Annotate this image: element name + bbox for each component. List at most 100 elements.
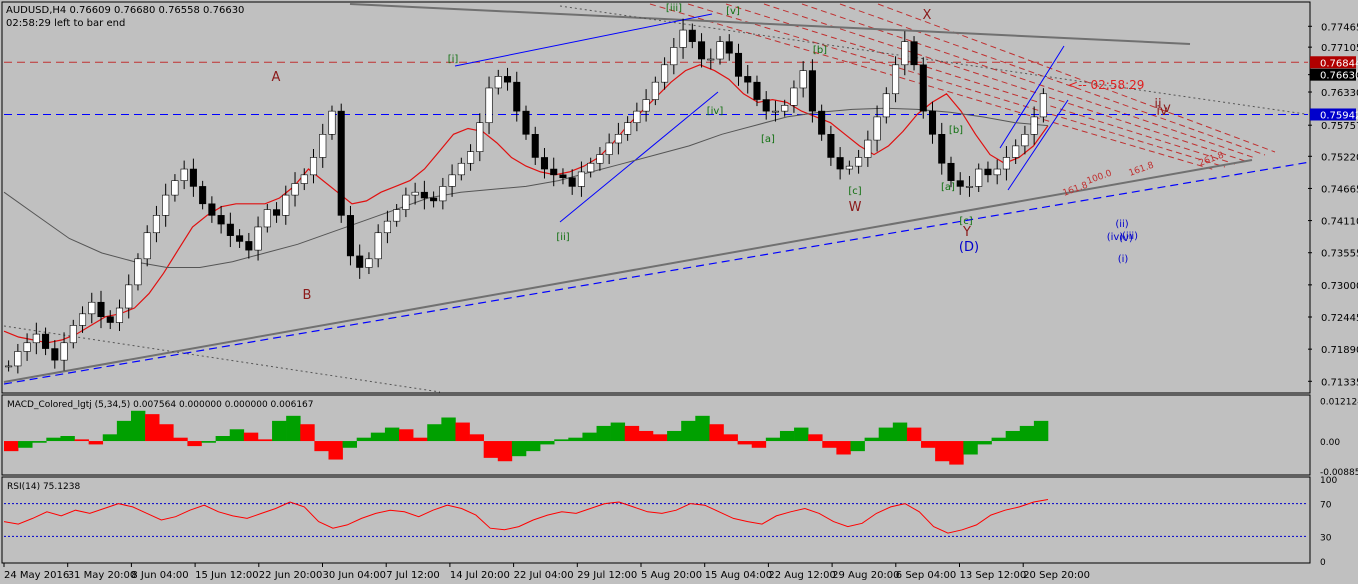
rsi-tick-label: 100 — [1320, 476, 1337, 486]
price-tick-label: 0.71890 — [1321, 345, 1358, 356]
chart-window[interactable]: [i] [ii] [iii] [iv] [v] [a] [b] [c] [a] [b] [c] A B W… — [0, 0, 1358, 584]
macd-bar — [892, 422, 908, 442]
candle-body — [457, 162, 465, 176]
candle-body — [614, 133, 622, 144]
candle-body — [263, 209, 271, 228]
rsi-pane-frame — [1, 476, 1311, 564]
wave-label-brown: X — [923, 8, 932, 23]
price-badge-label: 0.76844 — [1320, 58, 1358, 69]
candle-body — [642, 99, 650, 112]
macd-bar — [173, 437, 188, 442]
wave-label-green: [c] — [848, 186, 861, 197]
candle-body — [947, 162, 955, 181]
macd-bar — [4, 441, 19, 452]
candle-body — [494, 76, 502, 89]
macd-bar — [596, 425, 611, 442]
candle-body — [467, 151, 475, 164]
macd-bar — [18, 441, 33, 448]
candle-body — [522, 110, 530, 135]
candle-body — [245, 241, 253, 251]
candle-body — [513, 81, 521, 112]
candle-body — [346, 215, 354, 257]
candle-body — [171, 180, 179, 196]
candle-body — [374, 232, 382, 260]
macd-bar — [850, 441, 865, 452]
wave-label-blue: (D) — [959, 240, 979, 255]
macd-bar — [497, 441, 513, 462]
blue-channel-line — [1007, 99, 1069, 191]
candle-body — [855, 157, 863, 167]
macd-bar — [356, 437, 372, 442]
price-tick-label: 0.75757 — [1321, 121, 1358, 132]
candle-body — [651, 81, 659, 100]
candle-body — [162, 194, 170, 216]
candle-body — [60, 342, 68, 361]
price-tick-label: 0.77105 — [1321, 43, 1358, 54]
macd-bar — [526, 441, 541, 452]
candle-body — [559, 174, 567, 179]
candle-body — [51, 348, 59, 361]
time-tick-label: 5 Aug 20:00 — [641, 570, 702, 581]
candle-body — [208, 203, 216, 216]
price-tick-label: 0.75220 — [1321, 152, 1358, 163]
candle-body — [882, 93, 890, 118]
macd-title: MACD_Colored_lgtj (5,34,5) 0.007564 0.00… — [7, 400, 314, 410]
macd-bar — [469, 434, 484, 442]
candle-body — [282, 194, 290, 216]
wave-label-blue: (ii) — [1115, 219, 1128, 230]
symbol-header: AUDUSD,H4 0.76609 0.76680 0.76558 0.7663… — [6, 5, 244, 16]
time-tick-label: 8 Jun 04:00 — [131, 570, 188, 581]
macd-bar — [906, 427, 922, 442]
wave-label-blue: (v) — [1119, 233, 1133, 244]
macd-bar — [116, 420, 132, 442]
macd-bar — [723, 434, 738, 442]
candle-body — [587, 162, 595, 173]
candle-body — [393, 209, 401, 222]
macd-bar — [342, 441, 358, 448]
rsi-line — [3, 499, 1308, 537]
wave-label-brown: A — [272, 70, 281, 85]
candle-body — [485, 87, 493, 124]
candle-body — [993, 168, 1001, 176]
wave-label-brown: B — [303, 288, 312, 303]
macd-bar — [822, 441, 837, 448]
macd-bar — [765, 437, 781, 442]
time-tick-label: 15 Aug 04:00 — [705, 570, 772, 581]
wave-label-brown: v — [1163, 101, 1171, 116]
candle-body — [300, 174, 308, 184]
candle-body — [125, 284, 133, 309]
candle-body — [42, 333, 50, 349]
candle-body — [873, 116, 881, 141]
candle-body — [577, 171, 585, 187]
candle-body — [78, 313, 87, 326]
candle-body — [1002, 157, 1010, 170]
price-badge-label: 0.75942 — [1320, 110, 1358, 121]
wave-label-green: [i] — [448, 54, 459, 65]
macd-bar — [737, 441, 753, 445]
candle-body — [818, 110, 826, 135]
chart-canvas[interactable]: [i][ii][iii][iv][v][a][b][c] [a][b][c]ABW… — [0, 0, 1358, 584]
candle-body — [864, 139, 872, 158]
candle-body — [14, 351, 22, 367]
candle-body — [115, 307, 124, 323]
candle-body — [319, 133, 327, 158]
candle-body — [328, 110, 336, 135]
macd-bar — [681, 420, 696, 442]
candle-body — [928, 110, 937, 135]
candle-body — [1030, 116, 1038, 135]
candle-body — [688, 29, 696, 42]
candle-body — [698, 41, 706, 60]
macd-bar — [88, 441, 104, 445]
fib-level-label: 100.0 — [1086, 169, 1114, 187]
wave-label-blue: (i) — [1118, 254, 1129, 265]
candle-body — [725, 41, 733, 54]
candle-body — [540, 157, 549, 170]
macd-bar — [328, 441, 343, 460]
time-tick-label: 22 Aug 12:00 — [768, 570, 835, 581]
macd-bar — [130, 410, 146, 442]
candle-body — [476, 122, 484, 152]
candle-body — [670, 47, 678, 66]
candle-body — [1039, 93, 1047, 118]
candle-body — [827, 133, 835, 158]
wave-label-green: [a] — [941, 182, 955, 193]
